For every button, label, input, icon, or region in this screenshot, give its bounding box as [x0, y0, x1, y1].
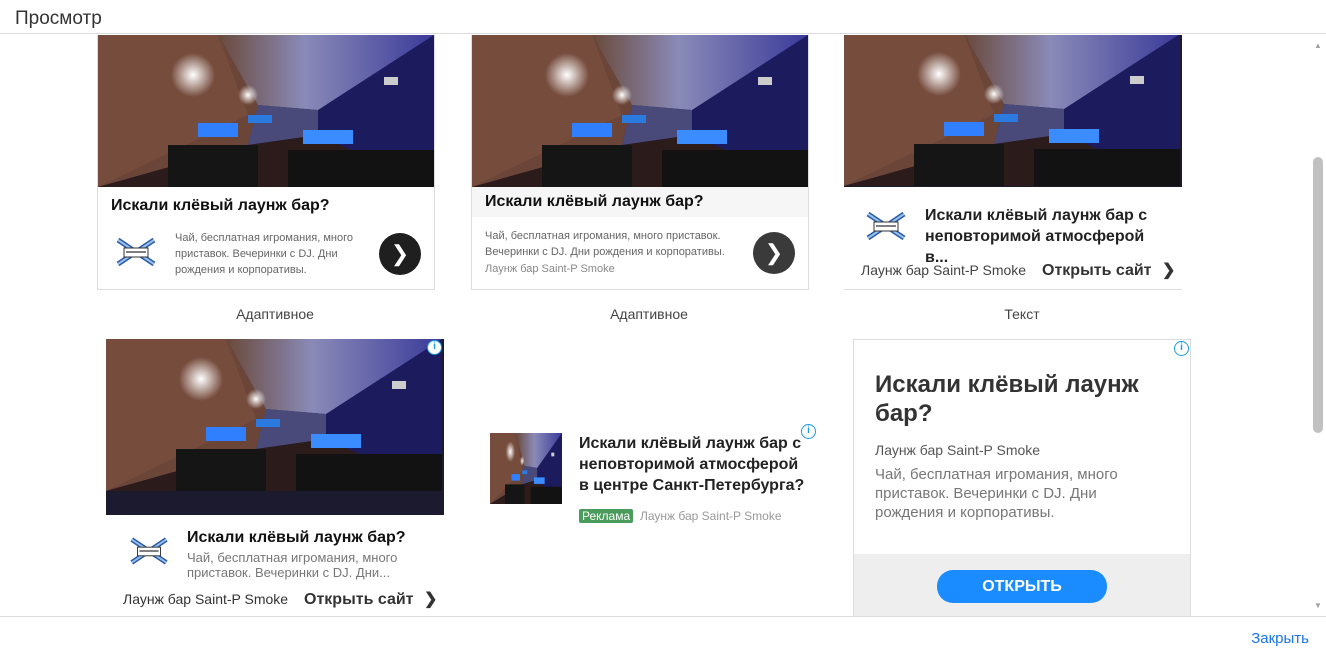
ad-badge: Реклама	[579, 509, 634, 523]
open-site-label: Открыть сайт	[304, 591, 414, 608]
close-button[interactable]: Закрыть	[1251, 630, 1309, 647]
ad-preview-text[interactable]: Искали клёвый лаунж бар с неповторимой а…	[844, 35, 1182, 290]
open-button[interactable]: ОТКРЫТЬ	[937, 570, 1107, 603]
ad-headline: Искали клёвый лаунж бар с неповторимой а…	[579, 435, 805, 494]
open-site-link[interactable]: Открыть сайт ❯	[1042, 260, 1175, 280]
info-icon[interactable]: i	[1174, 341, 1189, 356]
dialog-title: Просмотр	[15, 8, 102, 29]
dialog-footer: Закрыть	[0, 616, 1326, 660]
chevron-right-icon: ❯	[423, 591, 438, 608]
brand-logo	[112, 232, 160, 272]
scroll-down-icon[interactable]: ▼	[1314, 601, 1322, 610]
ad-image	[844, 35, 1182, 187]
format-label: Адаптивное	[610, 306, 688, 322]
ad-headline: Искали клёвый лаунж бар?	[485, 193, 704, 210]
ad-preview-adaptive-1[interactable]: Искали клёвый лаунж бар? Чай, бесплатная…	[97, 35, 435, 290]
ad-advertiser: Лаунж бар Saint-P Smoke	[123, 591, 289, 607]
ad-description: Чай, бесплатная игромания, много пристав…	[485, 230, 725, 258]
next-button[interactable]: ❯	[379, 233, 421, 275]
chevron-right-icon: ❯	[764, 240, 784, 265]
ad-description: Чай, бесплатная игромания, много пристав…	[175, 232, 353, 276]
title-bar: Просмотр	[0, 0, 1326, 34]
ad-advertiser: Лаунж бар Saint-P Smoke	[485, 263, 615, 275]
ad-preview-native-small[interactable]: i Искали клёвый лаунж бар с неповторимой…	[490, 421, 820, 523]
chevron-right-icon: ❯	[390, 241, 410, 266]
next-button[interactable]: ❯	[753, 232, 795, 274]
open-site-label: Открыть сайт	[1042, 262, 1152, 279]
ad-description: Чай, бесплатная игромания, много пристав…	[187, 550, 398, 580]
brand-logo	[126, 531, 172, 571]
scrollbar[interactable]: ▲ ▼	[1310, 35, 1326, 616]
ad-description: Чай, бесплатная игромания, много пристав…	[875, 466, 1118, 521]
ad-headline: Искали клёвый лаунж бар?	[187, 529, 406, 546]
ad-advertiser: Лаунж бар Saint-P Smoke	[875, 442, 1041, 458]
ad-image	[472, 35, 808, 187]
ad-preview-adaptive-2[interactable]: Искали клёвый лаунж бар? Чай, бесплатная…	[471, 35, 809, 290]
info-icon[interactable]: i	[427, 340, 442, 355]
open-site-link[interactable]: Открыть сайт ❯	[304, 589, 437, 609]
ad-image	[490, 433, 562, 504]
ad-headline: Искали клёвый лаунж бар?	[111, 197, 330, 214]
format-label: Текст	[1004, 306, 1040, 322]
ad-image	[98, 35, 434, 187]
scroll-up-icon[interactable]: ▲	[1314, 41, 1322, 50]
ad-advertiser: Лаунж бар Saint-P Smoke	[640, 509, 782, 523]
ad-image	[106, 339, 444, 515]
ad-preview-image-text[interactable]: i Искали клёвый лаунж бар? Чай, бесплатн…	[106, 339, 444, 616]
ad-preview-large-text[interactable]: i Искали клёвый лаунж бар? Лаунж бар Sai…	[853, 339, 1191, 616]
brand-logo	[862, 206, 910, 246]
chevron-right-icon: ❯	[1161, 262, 1176, 279]
preview-viewport[interactable]: Искали клёвый лаунж бар? Чай, бесплатная…	[0, 35, 1326, 616]
scrollbar-thumb[interactable]	[1313, 157, 1323, 433]
ad-headline: Искали клёвый лаунж бар с неповторимой а…	[925, 207, 1148, 266]
ad-headline: Искали клёвый лаунж бар?	[875, 371, 1139, 427]
format-label: Адаптивное	[236, 306, 314, 322]
ad-advertiser: Лаунж бар Saint-P Smoke	[861, 262, 1027, 278]
